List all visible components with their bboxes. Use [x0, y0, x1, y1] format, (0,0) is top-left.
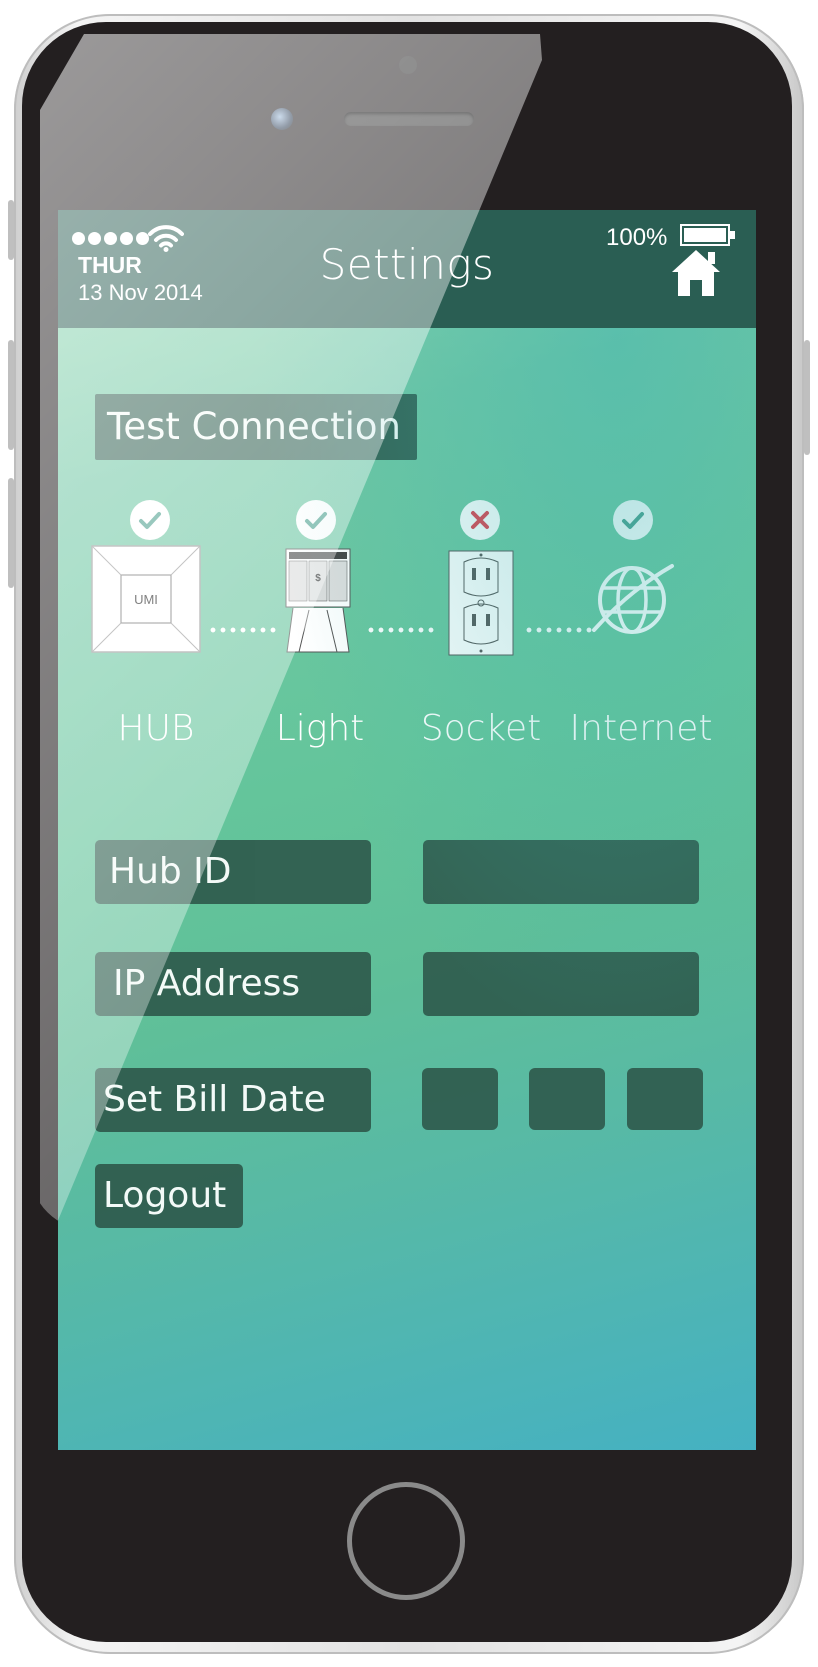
connector-dots — [208, 627, 280, 633]
front-camera-icon — [271, 108, 293, 130]
connector-dots — [524, 627, 596, 633]
status-bar: THUR 13 Nov 2014 Settings 100% — [58, 210, 756, 328]
device-label-light: Light — [275, 708, 365, 749]
hub-logo-text: UMI — [134, 592, 158, 607]
socket-status-error-icon — [460, 500, 500, 540]
power-button — [804, 340, 810, 455]
light-status-ok-icon — [296, 500, 336, 540]
hub-id-field[interactable] — [423, 840, 699, 904]
battery-percent: 100% — [606, 224, 668, 251]
proximity-sensor — [399, 56, 417, 74]
globe-icon — [592, 564, 674, 634]
internet-status-ok-icon — [613, 500, 653, 540]
battery-icon — [680, 224, 735, 246]
hub-icon: UMI — [91, 545, 201, 653]
home-button[interactable] — [347, 1482, 465, 1600]
connector-dots — [366, 627, 438, 633]
logout-button[interactable]: Logout — [95, 1164, 243, 1228]
ip-address-field[interactable] — [423, 952, 699, 1016]
earpiece-speaker — [344, 112, 474, 126]
home-icon[interactable] — [670, 248, 722, 298]
hub-id-label: Hub ID — [95, 840, 371, 904]
device-label-socket: Socket — [420, 708, 542, 749]
volume-up-button — [8, 340, 14, 450]
volume-down-button — [8, 478, 14, 588]
mute-switch — [8, 200, 14, 260]
device-label-hub: HUB — [117, 708, 195, 749]
socket-icon — [448, 550, 514, 656]
bill-date-day-field[interactable] — [422, 1068, 498, 1130]
screen: THUR 13 Nov 2014 Settings 100% Test Conn… — [58, 210, 756, 1450]
svg-text:$: $ — [315, 573, 321, 584]
light-device-icon: $ — [285, 548, 351, 653]
test-connection-button[interactable]: Test Connection — [95, 394, 417, 460]
bill-date-month-field[interactable] — [529, 1068, 605, 1130]
ip-address-label: IP Address — [95, 952, 371, 1016]
hub-status-ok-icon — [130, 500, 170, 540]
bill-date-year-field[interactable] — [627, 1068, 703, 1130]
device-label-internet: Internet — [569, 708, 713, 749]
bill-date-label: Set Bill Date — [95, 1068, 371, 1132]
